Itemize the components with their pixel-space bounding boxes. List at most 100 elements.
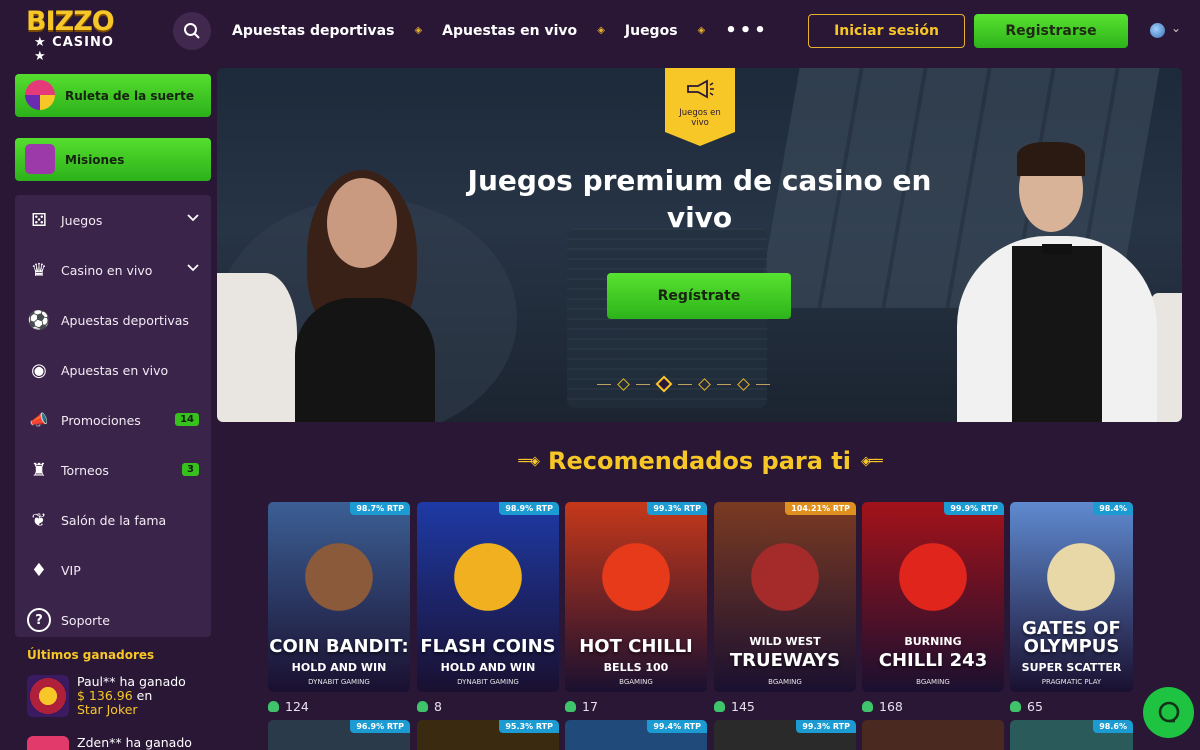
game-title: TRUEWAYS [729, 650, 841, 671]
carousel-dot[interactable] [737, 377, 750, 391]
rtp-badge: 95.3% RTP [499, 720, 559, 733]
megaphone-icon: 📣 [29, 411, 49, 429]
game-subtitle: BELLS 100 [603, 661, 669, 674]
nav-separator-icon: ◈ [597, 25, 605, 36]
hero-banner[interactable]: Juegos en vivo Juegos premium de casino … [217, 68, 1182, 422]
live-chat-button[interactable] [1143, 687, 1194, 738]
register-button[interactable]: Registrarse [974, 14, 1128, 48]
missions-button[interactable]: Misiones [15, 138, 211, 181]
nav-sports-betting[interactable]: Apuestas deportivas [232, 23, 394, 39]
game-card[interactable]: 104.21% RTP TRUEWAYS WILD WEST BGAMING [714, 502, 856, 692]
game-art [744, 532, 826, 622]
sidebar-item-label: Soporte [61, 612, 110, 628]
sidebar-item-label: Torneos [61, 462, 109, 478]
sidebar-menu: ⚄ Juegos ♛ Casino en vivo ⚽ Apuestas dep… [15, 195, 211, 637]
game-art [595, 532, 677, 622]
game-card[interactable] [862, 720, 1004, 750]
sidebar-item-label: Apuestas deportivas [61, 312, 189, 328]
live-games-badge: Juegos en vivo [665, 68, 735, 146]
carousel-dot[interactable] [698, 377, 711, 391]
sidebar-item-promotions[interactable]: 📣 Promociones 14 [15, 395, 211, 445]
game-card[interactable]: 98.4% GATES OF OLYMPUS SUPER SCATTER PRAGMA… [1010, 502, 1133, 692]
female-dealer-image [277, 170, 447, 422]
sidebar-item-tournaments[interactable]: ♜ Torneos 3 [15, 445, 211, 495]
user-icon [417, 701, 428, 712]
nav-live-betting[interactable]: Apuestas en vivo [442, 23, 577, 39]
carousel-dot[interactable] [617, 377, 630, 391]
game-provider: BGAMING [619, 678, 653, 686]
winner-name: Zden** ha ganado [77, 735, 192, 750]
sidebar-item-live-casino[interactable]: ♛ Casino en vivo [15, 245, 211, 295]
game-title: GATES OF OLYMPUS [1022, 618, 1121, 657]
sidebar-item-vip[interactable]: ♦ VIP [15, 545, 211, 595]
lucky-wheel-button[interactable]: Ruleta de la suerte [15, 74, 211, 117]
game-card[interactable]: 99.4% RTP [565, 720, 707, 750]
players-value: 8 [434, 699, 442, 714]
live-broadcast-icon: ◉ [31, 359, 47, 381]
login-button[interactable]: Iniciar sesión [808, 14, 965, 48]
sidebar-item-support[interactable]: ? Soporte [15, 595, 211, 645]
language-selector[interactable]: ⌄ [1150, 21, 1181, 38]
bizzo-casino-logo[interactable]: BIZZO ★ CASINO ★ [26, 8, 126, 64]
more-menu-icon[interactable]: ••• [725, 20, 769, 41]
carousel-dots [597, 375, 770, 393]
globe-icon [1150, 23, 1165, 38]
logo-subtitle: ★ CASINO ★ [34, 35, 114, 64]
sidebar-item-games[interactable]: ⚄ Juegos [15, 195, 211, 245]
sidebar-item-live-betting[interactable]: ◉ Apuestas en vivo [15, 345, 211, 395]
carousel-dot-active[interactable] [655, 375, 673, 393]
hero-title: Juegos premium de casino en vivo [467, 164, 932, 234]
sidebar-item-label: VIP [61, 562, 81, 578]
players-value: 145 [731, 699, 755, 714]
game-art [447, 532, 529, 622]
title-decoration-icon: ◈══ [861, 453, 883, 469]
winner-entry[interactable]: Zden** ha ganado [27, 736, 212, 750]
tournaments-count-badge: 3 [182, 463, 199, 476]
sidebar-item-hall-of-fame[interactable]: ❦ Salón de la fama [15, 495, 211, 545]
user-icon [1010, 701, 1021, 712]
rtp-badge: 104.21% RTP [785, 502, 856, 515]
game-card[interactable]: 98.9% RTP FLASH COINS HOLD AND WIN DYNABIT … [417, 502, 559, 692]
latest-winners-title: Últimos ganadores [27, 648, 155, 662]
treasure-chest-icon [25, 144, 55, 174]
players-value: 124 [285, 699, 309, 714]
sidebar-item-label: Juegos [61, 212, 103, 228]
winner-name: Paul** ha ganado [77, 674, 186, 689]
game-card[interactable]: 98.7% RTP COIN BANDIT: HOLD AND WIN DYNABIT… [268, 502, 410, 692]
rtp-badge: 99.3% RTP [796, 720, 856, 733]
user-icon [565, 701, 576, 712]
sidebar-item-label: Casino en vivo [61, 262, 153, 278]
game-card[interactable]: 96.9% RTP [268, 720, 410, 750]
laurel-icon: ❦ [31, 509, 47, 531]
nav-games[interactable]: Juegos [625, 23, 678, 39]
nav-separator-icon: ◈ [414, 25, 423, 36]
game-subtitle: BURNING [904, 635, 962, 648]
recommended-title: Recomendados para ti [548, 447, 851, 475]
game-subtitle: HOLD AND WIN [291, 661, 387, 674]
search-button[interactable] [173, 12, 211, 50]
players-count: 65 [1010, 699, 1043, 714]
game-card[interactable]: 95.3% RTP [417, 720, 559, 750]
chevron-down-icon [187, 262, 199, 275]
sidebar-item-label: Salón de la fama [61, 512, 167, 528]
game-card[interactable]: 99.9% RTP CHILLI 243 BURNING BGAMING [862, 502, 1004, 692]
rtp-badge: 96.9% RTP [350, 720, 410, 733]
game-subtitle: HOLD AND WIN [440, 661, 536, 674]
nav-separator-icon: ◈ [697, 25, 706, 36]
game-title: HOT CHILLI [579, 636, 693, 657]
players-value: 17 [582, 699, 598, 714]
badge-text: Juegos en vivo [679, 108, 721, 128]
user-icon [862, 701, 873, 712]
game-card[interactable]: 99.3% RTP [714, 720, 856, 750]
game-title: CHILLI 243 [878, 650, 988, 671]
game-card[interactable]: 99.3% RTP HOT CHILLI BELLS 100 BGAMING [565, 502, 707, 692]
hero-register-button[interactable]: Regístrate [607, 273, 791, 319]
game-title: FLASH COINS [420, 636, 556, 657]
winner-entry[interactable]: Paul** ha ganado $ 136.96 en Star Joker [27, 675, 212, 725]
missions-label: Misiones [65, 152, 125, 167]
chat-icon [1158, 701, 1179, 722]
user-icon [714, 701, 725, 712]
winner-game-link[interactable]: Star Joker [77, 703, 186, 717]
sidebar-item-sports-betting[interactable]: ⚽ Apuestas deportivas [15, 295, 211, 345]
game-card[interactable]: 98.6% [1010, 720, 1133, 750]
